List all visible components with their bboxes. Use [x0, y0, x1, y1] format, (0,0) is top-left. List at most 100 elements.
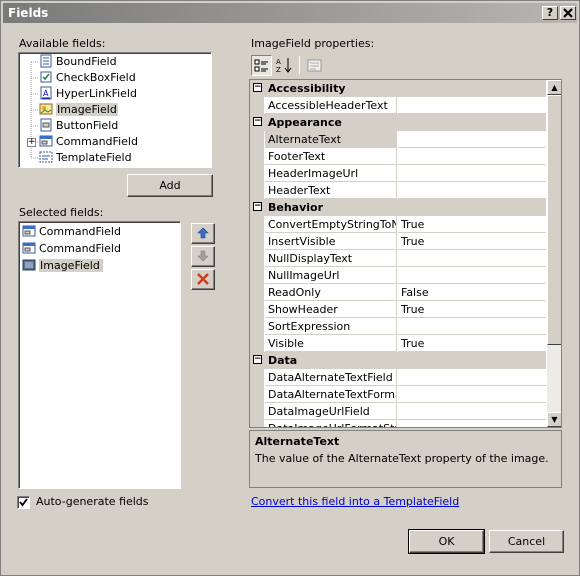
scroll-thumb[interactable]: [547, 95, 561, 345]
autogen-checkbox-row[interactable]: Auto-generate fields: [17, 495, 149, 509]
tree-item-hyperlinkfield[interactable]: A HyperLinkField: [39, 86, 137, 102]
tree-item-label: TemplateField: [56, 151, 132, 164]
property-row[interactable]: FooterText: [250, 148, 546, 165]
delete-field-button[interactable]: [191, 269, 215, 290]
tree-item-templatefield[interactable]: TemplateField: [39, 150, 132, 166]
templatefield-icon: [39, 151, 53, 163]
tree-item-imagefield[interactable]: ImageField: [39, 102, 118, 118]
fields-dialog: Fields ? Available fields: BoundField Ch…: [0, 0, 580, 576]
move-down-button[interactable]: [191, 246, 215, 267]
scroll-up-button[interactable]: ▲: [547, 80, 561, 95]
property-grid[interactable]: − Accessibility AccessibleHeaderText − App…: [249, 79, 562, 428]
tree-item-label: ButtonField: [56, 119, 119, 132]
tree-item-label: CheckBoxField: [56, 71, 136, 84]
selected-item-imagefield[interactable]: ImageField: [22, 258, 103, 274]
convert-to-templatefield-link[interactable]: Convert this field into a TemplateField: [251, 495, 459, 508]
property-row[interactable]: NullDisplayText: [250, 250, 546, 267]
add-button[interactable]: Add: [127, 174, 213, 197]
property-row[interactable]: AccessibleHeaderText: [250, 97, 546, 114]
checkmark-icon: [19, 498, 28, 507]
alphabetical-button[interactable]: AZ: [274, 55, 295, 76]
property-row[interactable]: DataImageUrlFormatString: [250, 420, 546, 427]
property-value[interactable]: [398, 420, 546, 427]
tree-item-commandfield[interactable]: + CommandField: [27, 134, 138, 150]
property-value[interactable]: [398, 386, 546, 403]
property-value[interactable]: [398, 148, 546, 165]
property-value[interactable]: [398, 369, 546, 386]
available-fields-tree[interactable]: BoundField CheckBoxField A HyperLinkField…: [18, 52, 212, 168]
property-value[interactable]: True: [398, 233, 546, 250]
property-row[interactable]: SortExpression: [250, 318, 546, 335]
property-grid-scrollbar[interactable]: ▲ ▼: [547, 80, 561, 427]
property-row[interactable]: ConvertEmptyStringToNullTrue: [250, 216, 546, 233]
property-value[interactable]: [398, 165, 546, 182]
selected-fields-list[interactable]: CommandField CommandField ImageField: [18, 221, 181, 489]
property-pages-button[interactable]: [304, 55, 325, 76]
property-value[interactable]: [398, 403, 546, 420]
property-row[interactable]: DataImageUrlField: [250, 403, 546, 420]
property-name: DataAlternateTextFormatString: [265, 386, 397, 403]
property-pages-icon: [307, 59, 322, 72]
selected-item-commandfield[interactable]: CommandField: [22, 241, 121, 257]
property-value[interactable]: [398, 267, 546, 284]
collapse-icon[interactable]: −: [253, 355, 262, 364]
arrow-down-icon: [197, 250, 209, 262]
help-button[interactable]: ?: [542, 6, 558, 20]
buttonfield-icon: [40, 118, 52, 132]
window-title: Fields: [8, 6, 49, 20]
collapse-icon[interactable]: −: [253, 202, 262, 211]
property-row[interactable]: HeaderImageUrl: [250, 165, 546, 182]
move-up-button[interactable]: [191, 223, 215, 244]
toolbar-separator: [299, 56, 300, 74]
title-bar: Fields ?: [3, 3, 577, 23]
imagefield-icon: [39, 103, 53, 115]
property-value[interactable]: True: [398, 301, 546, 318]
checkboxfield-icon: [40, 71, 52, 83]
selected-item-commandfield[interactable]: CommandField: [22, 224, 121, 240]
scroll-down-button[interactable]: ▼: [547, 412, 561, 427]
property-row[interactable]: ShowHeader True: [250, 301, 546, 318]
property-name: NullImageUrl: [265, 267, 397, 284]
property-name: NullDisplayText: [265, 250, 397, 267]
property-row[interactable]: NullImageUrl: [250, 267, 546, 284]
property-value[interactable]: [398, 131, 546, 148]
property-row[interactable]: ReadOnly False: [250, 284, 546, 301]
property-value[interactable]: False: [398, 284, 546, 301]
property-row[interactable]: HeaderText: [250, 182, 546, 199]
property-row[interactable]: Visible True: [250, 335, 546, 352]
commandfield-icon: [22, 225, 36, 237]
property-value[interactable]: [398, 97, 546, 114]
property-row[interactable]: DataAlternateTextFormatString: [250, 386, 546, 403]
property-value[interactable]: [398, 318, 546, 335]
imagefield-icon: [22, 259, 36, 271]
property-value[interactable]: True: [398, 335, 546, 352]
tree-item-checkboxfield[interactable]: CheckBoxField: [39, 70, 136, 86]
description-title: AlternateText: [255, 435, 340, 448]
cancel-button[interactable]: Cancel: [489, 530, 564, 553]
property-value[interactable]: [398, 182, 546, 199]
tree-item-boundfield[interactable]: BoundField: [39, 54, 117, 70]
categorized-button[interactable]: [251, 55, 272, 76]
property-value[interactable]: [398, 250, 546, 267]
tree-item-buttonfield[interactable]: ButtonField: [39, 118, 118, 134]
collapse-icon[interactable]: −: [253, 83, 262, 92]
close-icon: [563, 8, 573, 18]
autogen-checkbox[interactable]: [17, 496, 30, 509]
tree-item-label: ImageField: [56, 103, 118, 116]
category-accessibility[interactable]: − Accessibility: [250, 80, 546, 97]
collapse-icon[interactable]: −: [253, 117, 262, 126]
property-row[interactable]: InsertVisible True: [250, 233, 546, 250]
property-value[interactable]: True: [398, 216, 546, 233]
ok-button[interactable]: OK: [408, 529, 485, 554]
category-data[interactable]: − Data: [250, 352, 546, 369]
delete-icon: [197, 273, 209, 285]
close-button[interactable]: [560, 6, 576, 20]
category-behavior[interactable]: − Behavior: [250, 199, 546, 216]
property-row-selected[interactable]: AlternateText: [250, 131, 546, 148]
property-row[interactable]: DataAlternateTextField: [250, 369, 546, 386]
category-appearance[interactable]: − Appearance: [250, 114, 546, 131]
tree-item-label: BoundField: [56, 55, 117, 68]
commandfield-icon: [22, 242, 36, 254]
expand-icon[interactable]: +: [27, 138, 36, 147]
cancel-button-label: Cancel: [507, 535, 546, 548]
